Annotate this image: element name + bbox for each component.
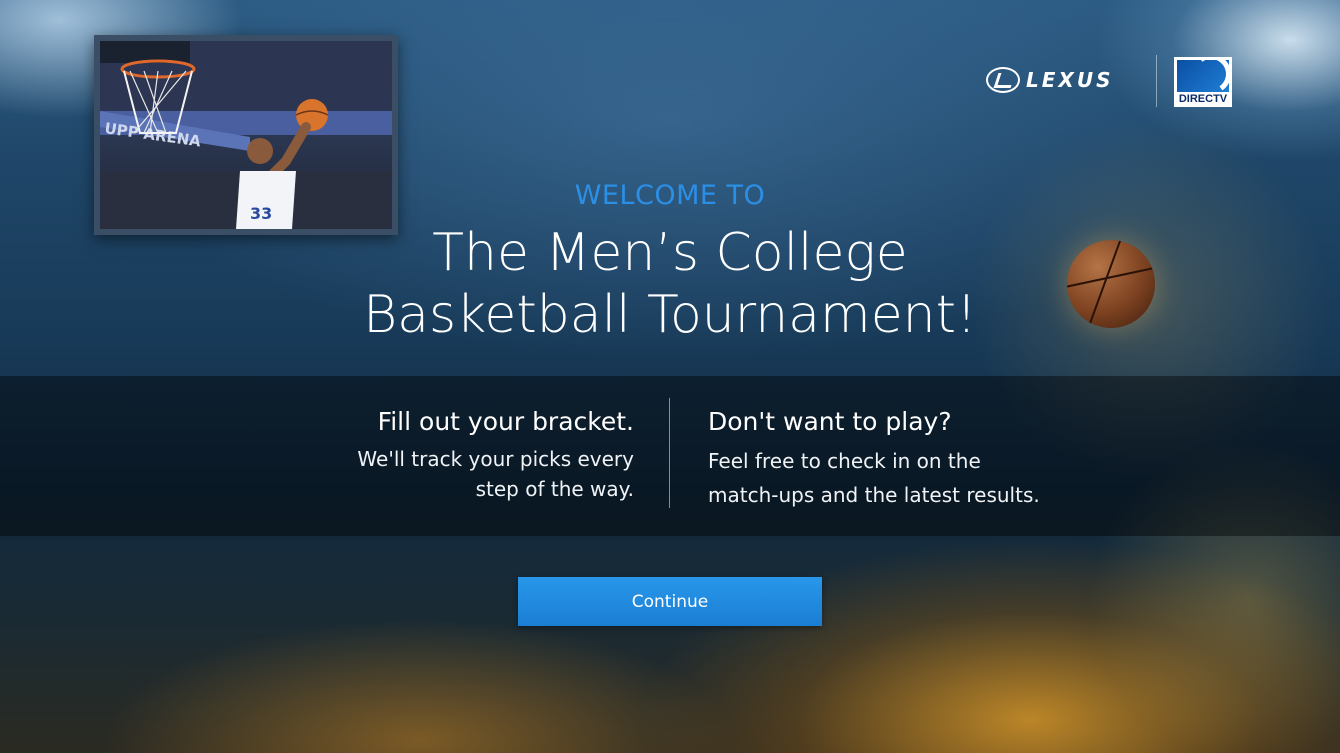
bracket-body-line-1: We'll track your picks every — [357, 447, 634, 471]
lexus-logo: LEXUS — [986, 67, 1113, 93]
bracket-heading: Fill out your bracket. — [377, 407, 634, 436]
no-play-body-line-2: match-ups and the latest results. — [708, 483, 1040, 507]
directv-logo: DIRECTV — [1174, 57, 1232, 107]
bracket-info: Fill out your bracket. We'll track your … — [214, 406, 634, 504]
column-divider — [669, 398, 670, 508]
no-play-body-line-1: Feel free to check in on the — [708, 449, 981, 473]
sponsor-logos: LEXUS DIRECTV — [986, 55, 1236, 107]
directv-cyclone-icon — [1177, 60, 1229, 92]
lexus-emblem-icon — [986, 67, 1020, 93]
lexus-wordmark: LEXUS — [1026, 68, 1114, 92]
page-title: The Men’s College Basketball Tournament! — [0, 222, 1340, 346]
directv-wordmark: DIRECTV — [1178, 93, 1228, 105]
continue-button[interactable]: Continue — [518, 577, 822, 626]
no-play-heading: Don't want to play? — [708, 407, 952, 436]
title-line-2: Basketball Tournament! — [363, 285, 977, 345]
no-play-info: Don't want to play? Feel free to check i… — [708, 406, 1148, 512]
welcome-label: WELCOME TO — [574, 180, 766, 211]
title-line-1: The Men’s College — [432, 223, 908, 283]
logo-divider — [1156, 55, 1157, 107]
bracket-body-line-2: step of the way. — [475, 477, 634, 501]
